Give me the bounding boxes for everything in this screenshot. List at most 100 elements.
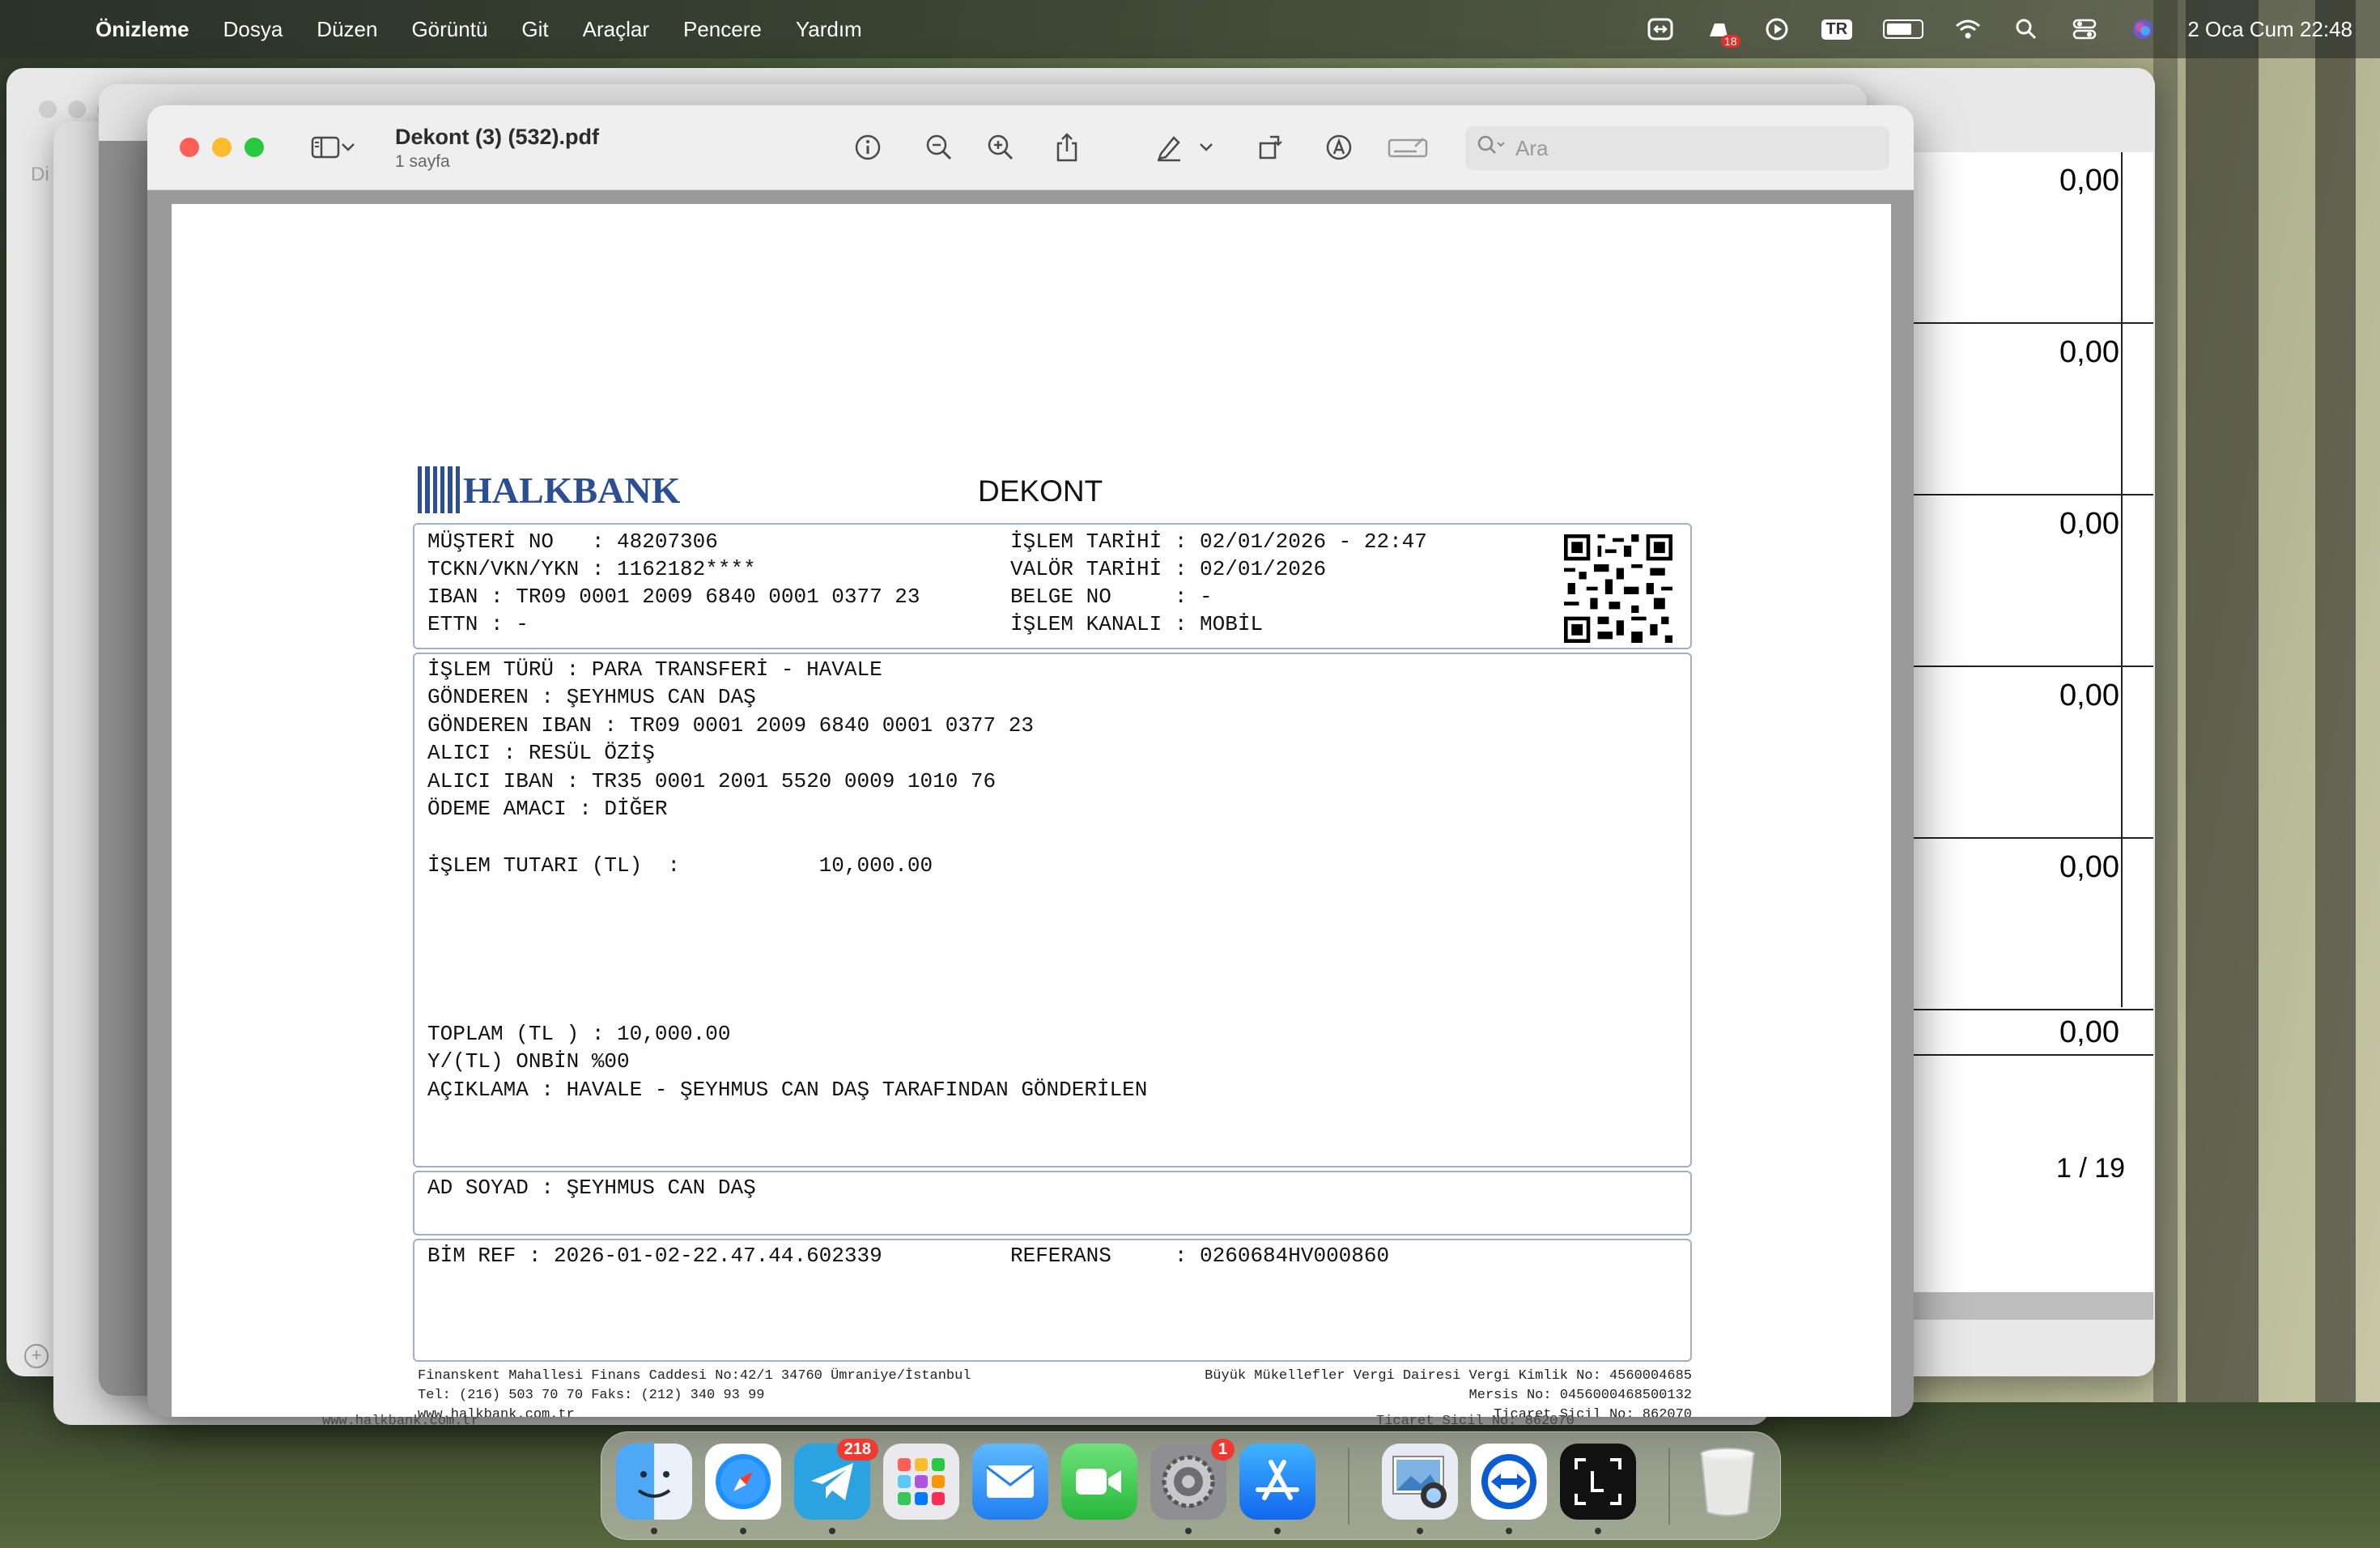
background-footer-registry: Ticaret Sicil No: 862070 xyxy=(1376,1414,1575,1429)
menu-help[interactable]: Yardım xyxy=(796,17,862,42)
teamviewer-app-icon[interactable] xyxy=(1471,1444,1547,1520)
menu-bar: Önizleme Dosya Düzen Görüntü Git Araçlar… xyxy=(0,0,2380,58)
document-page-count: 1 sayfa xyxy=(395,152,450,171)
search-icon xyxy=(1477,134,1506,163)
remote-control-icon[interactable] xyxy=(1647,17,1674,41)
background-sidebar-label: Di xyxy=(31,164,49,185)
chevron-down-icon[interactable] xyxy=(338,130,358,165)
facetime-app-icon[interactable] xyxy=(1061,1444,1137,1520)
dock-separator xyxy=(1668,1448,1670,1525)
share-icon[interactable] xyxy=(1049,130,1085,165)
footer-address: Finanskent Mahallesi Finans Caddesi No:4… xyxy=(418,1368,971,1384)
chevron-down-icon[interactable] xyxy=(1196,130,1216,165)
safari-app-icon[interactable] xyxy=(705,1444,781,1520)
menu-tools[interactable]: Araçlar xyxy=(583,17,649,42)
info-icon[interactable] xyxy=(850,130,886,165)
search-icon[interactable] xyxy=(2012,17,2040,41)
amount-row: 0,00 xyxy=(1914,152,2153,324)
table-border-line xyxy=(2121,152,2123,1007)
header-line: İŞLEM TARİHİ : 02/01/2026 - 22:47 xyxy=(1010,529,1427,554)
zoom-button[interactable] xyxy=(244,138,264,157)
menu-go[interactable]: Git xyxy=(521,17,548,42)
menu-app-name[interactable]: Önizleme xyxy=(96,17,189,42)
form-fill-icon[interactable] xyxy=(1386,130,1430,165)
trash-icon[interactable] xyxy=(1689,1444,1766,1520)
running-indicator xyxy=(651,1528,657,1534)
running-indicator xyxy=(1506,1528,1512,1534)
header-line: TCKN/VKN/YKN : 1162182**** xyxy=(427,557,756,581)
footer-mersis: Mersis No: 0456000468500132 xyxy=(1468,1388,1692,1403)
running-indicator xyxy=(1185,1528,1192,1534)
siri-icon[interactable] xyxy=(2129,17,2157,41)
wifi-icon[interactable] xyxy=(1954,17,1982,41)
transaction-details-box: İŞLEM TÜRÜ : PARA TRANSFERİ - HAVALE GÖN… xyxy=(413,653,1692,1167)
telegram-app-icon[interactable]: 218 xyxy=(794,1439,878,1520)
amount-row: 0,00 xyxy=(1914,839,2153,1010)
dock-separator xyxy=(1348,1448,1349,1525)
detail-line: ÖDEME AMACI : DİĞER xyxy=(427,797,668,821)
total-line: TOPLAM (TL ) : 10,000.00 xyxy=(427,1022,731,1046)
background-tree xyxy=(2315,0,2356,1548)
qr-code xyxy=(1564,534,1672,643)
footer-phone: Tel: (216) 503 70 70 Faks: (212) 340 93 … xyxy=(418,1388,765,1403)
transaction-reference: REFERANS : 0260684HV000860 xyxy=(1010,1244,1390,1268)
header-line: VALÖR TARİHİ : 02/01/2026 xyxy=(1010,557,1327,581)
footer-tax-info: Büyük Mükellefler Vergi Dairesi Vergi Ki… xyxy=(1205,1368,1692,1384)
markup-icon[interactable] xyxy=(1321,130,1357,165)
reference-box: BİM REF : 2026-01-02-22.47.44.602339 REF… xyxy=(413,1239,1692,1362)
background-tree xyxy=(2186,0,2259,1548)
menu-extras: 18 TR 2 Oca Cum 22:48 xyxy=(1647,0,2352,58)
menu-file[interactable]: Dosya xyxy=(223,17,283,42)
control-center-icon[interactable] xyxy=(2071,17,2098,41)
notification-status-icon[interactable]: 18 xyxy=(1705,17,1740,48)
zoom-in-icon[interactable] xyxy=(983,130,1018,165)
header-line: IBAN : TR09 0001 2009 6840 0001 0377 23 xyxy=(427,585,920,609)
preview-window[interactable]: Dekont (3) (532).pdf 1 sayfa Ara HALKBAN… xyxy=(147,105,1914,1417)
pdf-page[interactable]: HALKBANK DEKONT MÜŞTERİ NO : 48207306 TC… xyxy=(172,204,1891,1417)
input-source-indicator[interactable]: TR xyxy=(1821,19,1853,40)
amount-row: 0,00 xyxy=(1914,495,2153,667)
search-placeholder: Ara xyxy=(1515,135,1549,160)
running-indicator xyxy=(1274,1528,1281,1534)
menu-window[interactable]: Pencere xyxy=(683,17,762,42)
amount-row: 0,00 xyxy=(1914,1010,2153,1056)
preview-app-icon[interactable] xyxy=(1382,1444,1458,1520)
bank-name: HALKBANK xyxy=(463,469,681,511)
search-field[interactable]: Ara xyxy=(1465,126,1889,170)
close-button[interactable] xyxy=(180,138,199,157)
add-icon[interactable]: + xyxy=(24,1344,49,1368)
menu-view[interactable]: Görüntü xyxy=(411,17,487,42)
document-title: Dekont (3) (532).pdf xyxy=(395,125,600,149)
mail-app-icon[interactable] xyxy=(972,1444,1048,1520)
app-store-app-icon[interactable] xyxy=(1239,1444,1315,1520)
running-indicator xyxy=(1595,1528,1601,1534)
settings-update-badge: 1 xyxy=(1210,1439,1235,1461)
battery-icon[interactable] xyxy=(1883,19,1924,39)
system-settings-app-icon[interactable]: 1 xyxy=(1150,1439,1235,1520)
play-icon[interactable] xyxy=(1763,17,1791,41)
status-badge: 18 xyxy=(1720,35,1740,48)
description-line: AÇIKLAMA : HAVALE - ŞEYHMUS CAN DAŞ TARA… xyxy=(427,1078,1148,1102)
finder-app-icon[interactable] xyxy=(616,1444,692,1520)
running-indicator xyxy=(1417,1528,1423,1534)
zoom-out-icon[interactable] xyxy=(921,130,957,165)
rotate-icon[interactable] xyxy=(1253,130,1289,165)
screenshot-app-icon[interactable] xyxy=(1560,1444,1636,1520)
background-document: 0,00 0,00 0,00 0,00 0,00 0,00 xyxy=(1914,152,2153,1292)
launchpad-app-icon[interactable] xyxy=(883,1444,959,1520)
traffic-lights xyxy=(180,138,264,157)
detail-line: GÖNDEREN IBAN : TR09 0001 2009 6840 0001… xyxy=(427,713,1034,738)
header-line: İŞLEM KANALI : MOBİL xyxy=(1010,612,1264,636)
running-indicator xyxy=(740,1528,746,1534)
halkbank-logo: HALKBANK xyxy=(418,465,680,515)
menu-clock[interactable]: 2 Oca Cum 22:48 xyxy=(2187,17,2352,42)
menu-edit[interactable]: Düzen xyxy=(317,17,377,42)
detail-line: GÖNDEREN : ŞEYHMUS CAN DAŞ xyxy=(427,685,756,709)
customer-name: AD SOYAD : ŞEYHMUS CAN DAŞ xyxy=(427,1176,756,1200)
highlight-icon[interactable] xyxy=(1151,130,1187,165)
minimize-button[interactable] xyxy=(212,138,232,157)
detail-line: ALICI : RESÜL ÖZİŞ xyxy=(427,741,655,765)
header-line: ETTN : - xyxy=(427,612,529,636)
detail-line: ALICI IBAN : TR35 0001 2001 5520 0009 10… xyxy=(427,769,997,793)
dock: 218 1 xyxy=(601,1431,1781,1540)
